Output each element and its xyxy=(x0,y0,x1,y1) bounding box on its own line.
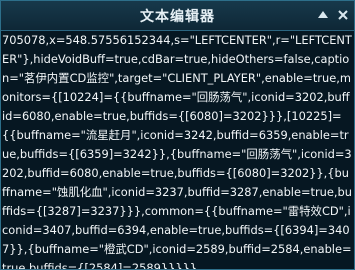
triangle-up-icon xyxy=(318,11,328,18)
text-editor-window: 文本编辑器 705078,x=548.57556152344,s="LEFTCE… xyxy=(0,0,355,270)
title-bar[interactable]: 文本编辑器 xyxy=(1,1,354,31)
close-x-icon xyxy=(338,10,348,20)
editor-content[interactable]: 705078,x=548.57556152344,s="LEFTCENTER",… xyxy=(2,31,352,269)
window-title: 文本编辑器 xyxy=(140,9,215,25)
collapse-button[interactable] xyxy=(316,8,330,22)
close-button[interactable] xyxy=(336,8,350,22)
editor-textarea[interactable]: 705078,x=548.57556152344,s="LEFTCENTER",… xyxy=(2,31,352,269)
